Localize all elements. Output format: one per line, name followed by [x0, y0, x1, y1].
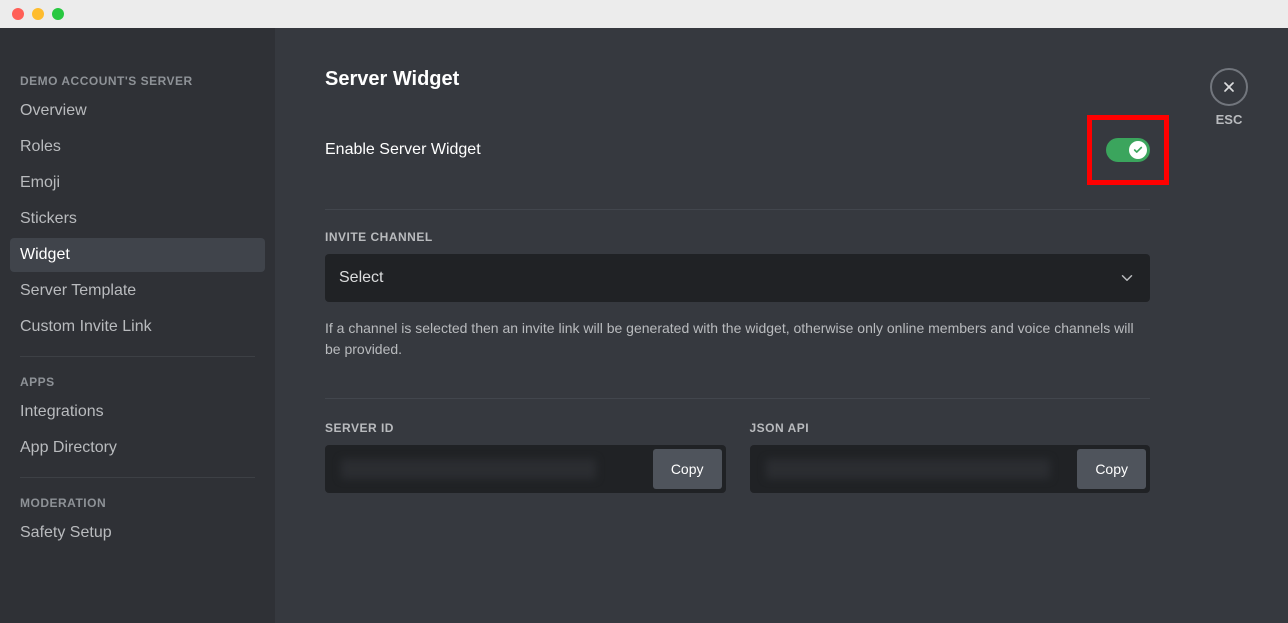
window-titlebar	[0, 0, 1288, 28]
json-api-field: Copy	[750, 445, 1151, 493]
redacted-value	[341, 459, 596, 479]
close-button[interactable]	[1210, 68, 1248, 106]
sidebar-item-label: Widget	[20, 246, 70, 263]
enable-widget-label: Enable Server Widget	[325, 141, 481, 159]
sidebar-item-label: Emoji	[20, 174, 60, 191]
sidebar-item-server-template[interactable]: Server Template	[10, 274, 265, 308]
server-id-copy-button[interactable]: Copy	[653, 449, 722, 489]
invite-channel-label: INVITE CHANNEL	[325, 230, 1150, 244]
esc-label: ESC	[1216, 112, 1243, 127]
main-content: Server Widget Enable Server Widget INVIT…	[275, 28, 1288, 623]
window-minimize-button[interactable]	[32, 8, 44, 20]
sidebar-item-label: Integrations	[20, 403, 104, 420]
sidebar-item-custom-invite-link[interactable]: Custom Invite Link	[10, 310, 265, 344]
sidebar-item-label: Roles	[20, 138, 61, 155]
toggle-knob	[1129, 141, 1147, 159]
sidebar-item-label: App Directory	[20, 439, 117, 456]
sidebar-item-stickers[interactable]: Stickers	[10, 202, 265, 236]
close-area: ESC	[1210, 68, 1248, 127]
sidebar-item-label: Overview	[20, 102, 87, 119]
sidebar-item-widget[interactable]: Widget	[10, 238, 265, 272]
server-id-value[interactable]	[329, 449, 653, 489]
sidebar-item-label: Custom Invite Link	[20, 318, 152, 335]
highlight-box	[1087, 115, 1169, 185]
sidebar-item-emoji[interactable]: Emoji	[10, 166, 265, 200]
page-title: Server Widget	[325, 68, 1150, 91]
sidebar-item-label: Safety Setup	[20, 524, 112, 541]
json-api-value[interactable]	[754, 449, 1078, 489]
window-close-button[interactable]	[12, 8, 24, 20]
select-value: Select	[339, 269, 383, 287]
sidebar-section-moderation: MODERATION	[10, 490, 265, 516]
enable-widget-toggle[interactable]	[1106, 138, 1150, 162]
section-divider	[325, 398, 1150, 399]
invite-channel-select[interactable]: Select	[325, 254, 1150, 302]
sidebar-section-server: DEMO ACCOUNT'S SERVER	[10, 68, 265, 94]
sidebar-item-label: Stickers	[20, 210, 77, 227]
check-icon	[1133, 145, 1143, 155]
sidebar-item-label: Server Template	[20, 282, 136, 299]
sidebar-item-roles[interactable]: Roles	[10, 130, 265, 164]
sidebar-divider	[20, 477, 255, 478]
sidebar-item-safety-setup[interactable]: Safety Setup	[10, 516, 265, 550]
json-api-copy-button[interactable]: Copy	[1077, 449, 1146, 489]
redacted-value	[766, 459, 1051, 479]
sidebar-divider	[20, 356, 255, 357]
close-icon	[1221, 79, 1237, 95]
enable-widget-row: Enable Server Widget	[325, 115, 1150, 210]
window-maximize-button[interactable]	[52, 8, 64, 20]
invite-channel-help: If a channel is selected then an invite …	[325, 318, 1150, 360]
sidebar-item-overview[interactable]: Overview	[10, 94, 265, 128]
json-api-label: JSON API	[750, 421, 1151, 435]
sidebar-item-app-directory[interactable]: App Directory	[10, 431, 265, 465]
settings-sidebar: DEMO ACCOUNT'S SERVER Overview Roles Emo…	[0, 28, 275, 623]
server-id-label: SERVER ID	[325, 421, 726, 435]
sidebar-item-integrations[interactable]: Integrations	[10, 395, 265, 429]
chevron-down-icon	[1118, 269, 1136, 287]
sidebar-section-apps: APPS	[10, 369, 265, 395]
server-id-field: Copy	[325, 445, 726, 493]
